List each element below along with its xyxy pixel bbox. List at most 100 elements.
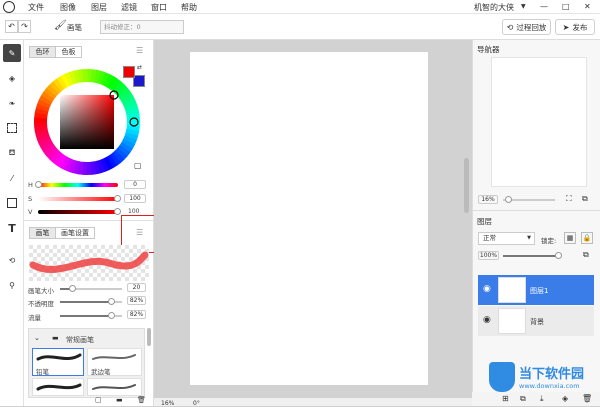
brush-group-label: 常规画笔: [66, 336, 94, 344]
flow-slider-thumb[interactable]: [107, 312, 115, 319]
menu-window[interactable]: 窗口: [151, 2, 167, 13]
visibility-eye-icon[interactable]: ◉: [483, 284, 491, 294]
edge-stroke-preview: [92, 354, 136, 360]
blend-dropdown-icon: ▼: [527, 235, 531, 241]
value-label: V: [28, 208, 33, 216]
brush-size-value[interactable]: 20: [127, 283, 146, 292]
clear-layer-icon[interactable]: ◈: [562, 394, 568, 403]
panel-menu-icon[interactable]: ☰: [136, 46, 143, 55]
brush-name-pencil: 铅笔: [36, 368, 49, 376]
publish-button[interactable]: ➤ 发布: [555, 19, 595, 35]
layer-row-selected[interactable]: ◉ 图层1: [478, 275, 594, 305]
duplicate-layer-icon[interactable]: ⧉: [520, 394, 526, 404]
history-icon: ⟲: [506, 22, 514, 32]
swap-colors-icon[interactable]: ⇄: [137, 64, 142, 71]
saturation-value[interactable]: 100: [124, 194, 146, 203]
hue-slider-thumb[interactable]: [35, 181, 42, 188]
layer-thumbnail: [498, 308, 526, 334]
smudge-tool-icon[interactable]: ❧: [3, 94, 21, 112]
delete-brush-icon[interactable]: 🗑: [137, 396, 146, 404]
third-stroke-preview: [36, 383, 82, 391]
brush-size-slider-thumb[interactable]: [69, 285, 77, 292]
value-slider[interactable]: [38, 210, 118, 214]
maximize-button[interactable]: □: [562, 2, 570, 11]
brush-name-edge: 武边笔: [91, 368, 111, 376]
tab-brush-settings[interactable]: 画笔设置: [55, 227, 95, 239]
brush-stroke-preview: [29, 245, 149, 281]
color-wheel[interactable]: [32, 67, 142, 177]
menu-layer[interactable]: 图层: [91, 2, 107, 13]
blend-mode-select[interactable]: 正常 ▼: [478, 232, 535, 245]
hue-label: H: [28, 181, 33, 189]
fit-screen-icon[interactable]: ⛶: [566, 194, 572, 204]
current-tool-label: 画笔: [67, 23, 82, 32]
lock-label: 锁定:: [541, 237, 557, 245]
opacity-slider-thumb[interactable]: [107, 298, 115, 305]
tab-brush[interactable]: 画笔: [29, 227, 56, 239]
brush-panel-scrollbar[interactable]: [147, 328, 151, 346]
opacity-value[interactable]: 82%: [127, 296, 146, 305]
layer-opacity-thumb[interactable]: [555, 252, 562, 259]
value-value: 100: [128, 208, 140, 215]
layer-thumbnail: [498, 277, 526, 303]
actual-size-icon[interactable]: ⧉: [582, 194, 588, 204]
stabilizer-field[interactable]: 抖动修正：0: [100, 20, 184, 34]
history-replay-button[interactable]: ⟲ 过程回放: [502, 19, 551, 35]
visibility-eye-icon[interactable]: ◉: [483, 315, 491, 325]
minimize-button[interactable]: —: [540, 2, 548, 11]
value-slider-thumb[interactable]: [114, 208, 121, 215]
hue-value[interactable]: 0: [124, 180, 146, 189]
eraser-tool-icon[interactable]: ◈: [3, 69, 21, 87]
user-name[interactable]: 机智的大侠: [474, 2, 514, 13]
copy-color-icon[interactable]: ▢: [134, 161, 142, 170]
close-button[interactable]: ✕: [584, 2, 591, 11]
menu-file[interactable]: 文件: [28, 2, 44, 13]
new-layer-icon[interactable]: ⊞: [502, 394, 509, 403]
brush-icon: 🖌: [54, 20, 67, 31]
flow-slider-fill: [60, 315, 111, 317]
lock-layer-icon[interactable]: 🔒: [581, 232, 593, 244]
canvas-vertical-scrollbar[interactable]: [464, 158, 469, 213]
toolbar: ↶ ↷ 🖌 画笔 抖动修正：0 ⟲ 过程回放 ➤ 发布: [0, 14, 600, 40]
opacity-slider-fill: [60, 301, 111, 303]
fill-bucket-icon[interactable]: ⛾: [3, 144, 21, 162]
delete-layer-icon[interactable]: 🗑: [582, 394, 592, 403]
menu-bar: 文件 图像 图层 滤镜 窗口 帮助 机智的大侠 ▼ — □ ✕: [0, 0, 600, 14]
foreground-color-swatch[interactable]: [123, 66, 135, 78]
new-brush-icon[interactable]: ▢: [95, 396, 102, 404]
layer-opacity-slider[interactable]: [503, 255, 560, 257]
layer-link-icon[interactable]: ⧉: [583, 250, 589, 260]
menu-image[interactable]: 图像: [60, 2, 76, 13]
hue-slider[interactable]: [38, 183, 118, 187]
drawing-canvas[interactable]: [190, 52, 428, 385]
app-logo-icon: [3, 1, 15, 13]
user-dropdown-icon[interactable]: ▼: [521, 3, 526, 10]
shape-tool-icon[interactable]: [3, 194, 21, 212]
side-panel: 色环 色板 ☰ ⇄ ▢ H 0 S 100 V 100 画笔 画笔设置 ☰ 画笔…: [24, 40, 160, 406]
navigator-preview[interactable]: [491, 57, 587, 187]
eyedropper-icon[interactable]: ⁄: [3, 169, 21, 187]
text-tool-icon[interactable]: T: [3, 219, 21, 237]
tab-color-wheel[interactable]: 色环: [29, 46, 56, 58]
transform-tool-icon[interactable]: ⟲: [3, 251, 21, 269]
saturation-slider[interactable]: [38, 197, 118, 201]
menu-help[interactable]: 帮助: [181, 2, 197, 13]
navigator-zoom[interactable]: 16%: [478, 195, 498, 204]
navigator-zoom-thumb[interactable]: [505, 196, 512, 203]
flow-value[interactable]: 82%: [127, 310, 146, 319]
collapse-chevron-icon[interactable]: ⌄: [34, 334, 40, 342]
brush-tool-icon[interactable]: ✎: [3, 44, 21, 62]
saturation-slider-thumb[interactable]: [114, 195, 121, 202]
tab-swatches[interactable]: 色板: [55, 46, 82, 58]
zoom-tool-icon[interactable]: ⚲: [3, 276, 21, 294]
watermark-title: 当下软件园: [519, 367, 585, 382]
redo-button[interactable]: ↷: [18, 20, 31, 33]
layer-opacity-value[interactable]: 100%: [478, 251, 499, 260]
menu-filter[interactable]: 滤镜: [121, 2, 137, 13]
selection-tool-icon[interactable]: [3, 119, 21, 137]
undo-button[interactable]: ↶: [5, 20, 18, 33]
lock-transparency-icon[interactable]: ▦: [564, 232, 576, 244]
merge-layer-icon[interactable]: ⤓: [540, 394, 544, 404]
brush-folder-icon[interactable]: ▬: [116, 396, 123, 404]
layer-row[interactable]: ◉ 背景: [478, 306, 594, 336]
